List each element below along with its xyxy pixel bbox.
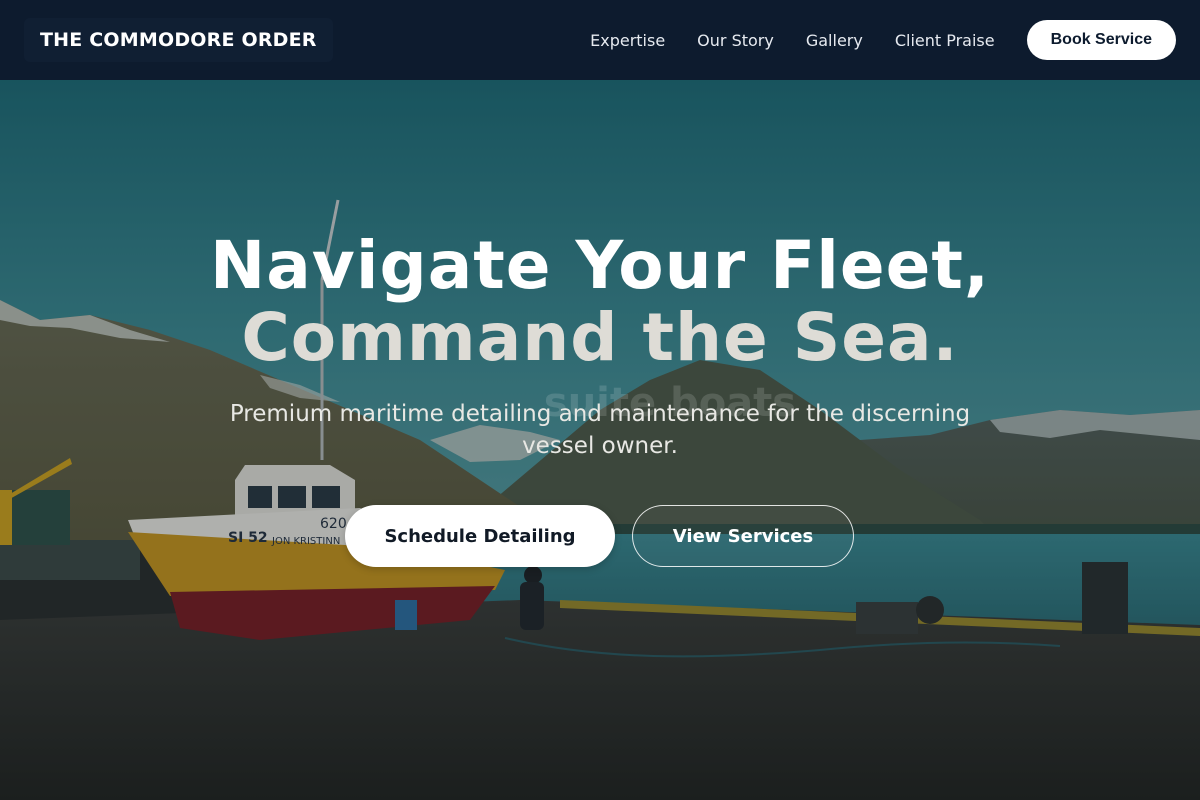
nav-link-gallery[interactable]: Gallery (806, 31, 863, 50)
hero-headline: Navigate Your Fleet, Command the Sea. (100, 230, 1100, 374)
hero-section: SI 52 JON KRISTINN 620 Navigate Your Fle… (0, 80, 1200, 800)
schedule-detailing-button[interactable]: Schedule Detailing (345, 505, 615, 567)
nav-link-expertise[interactable]: Expertise (590, 31, 665, 50)
main-nav: Expertise Our Story Gallery Client Prais… (590, 0, 1176, 80)
page: THE COMMODORE ORDER Expertise Our Story … (0, 0, 1200, 800)
site-header: THE COMMODORE ORDER Expertise Our Story … (0, 0, 1200, 80)
hero-headline-line-2: Command the Sea. (241, 299, 959, 376)
brand-logo[interactable]: THE COMMODORE ORDER (24, 18, 333, 62)
hero-content: Navigate Your Fleet, Command the Sea. su… (0, 80, 1200, 800)
nav-link-client-praise[interactable]: Client Praise (895, 31, 995, 50)
hero-headline-line-1: Navigate Your Fleet, (210, 227, 990, 304)
view-services-button[interactable]: View Services (632, 505, 854, 567)
book-service-button[interactable]: Book Service (1026, 20, 1176, 60)
nav-link-our-story[interactable]: Our Story (697, 31, 774, 50)
hero-subheadline: Premium maritime detailing and maintenan… (229, 401, 971, 459)
